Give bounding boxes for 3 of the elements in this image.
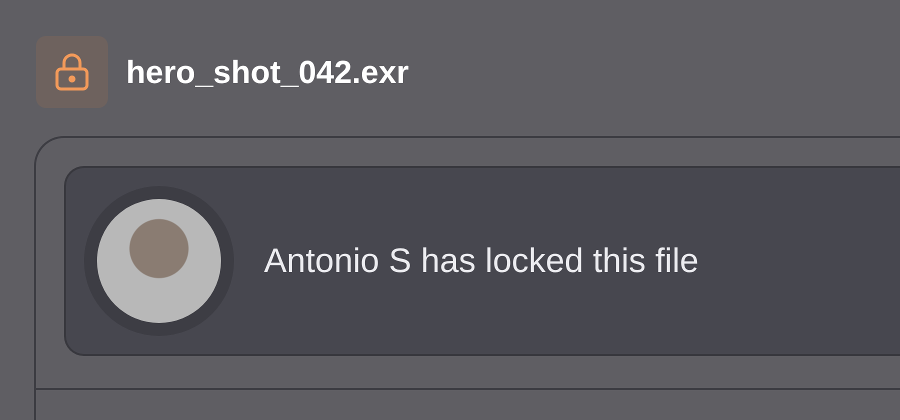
file-title: hero_shot_042.exr bbox=[126, 54, 409, 90]
lock-icon bbox=[55, 53, 89, 91]
lock-message: Antonio S has locked this file bbox=[264, 242, 699, 280]
